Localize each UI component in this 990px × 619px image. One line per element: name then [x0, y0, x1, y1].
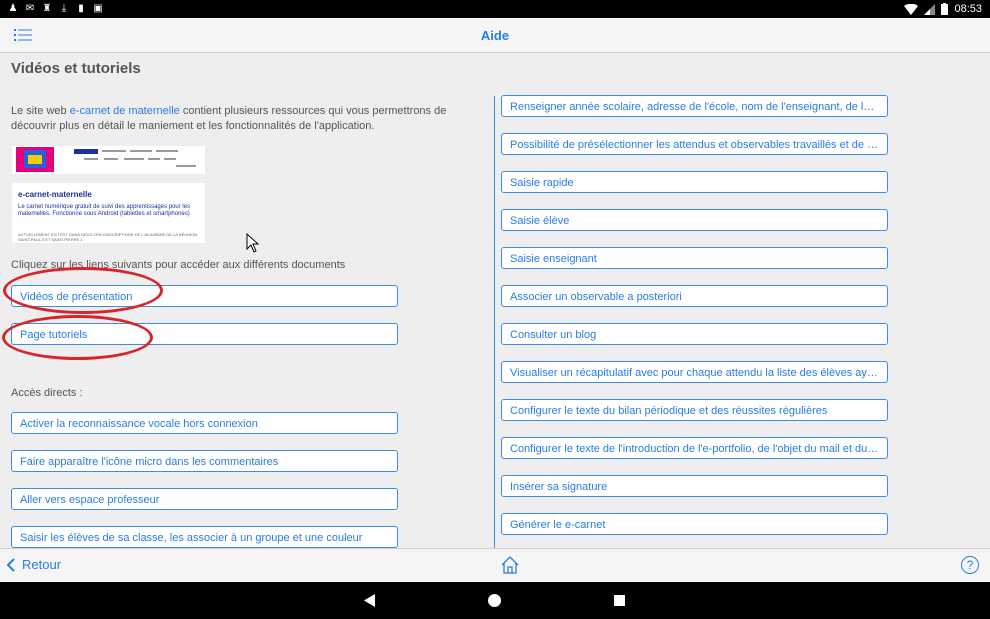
- sd-card-icon: ▮: [78, 3, 84, 14]
- left-button-3[interactable]: Saisir les élèves de sa classe, les asso…: [11, 526, 398, 548]
- left-button-2[interactable]: Aller vers espace professeur: [11, 488, 398, 510]
- website-link[interactable]: e-carnet de maternelle: [70, 105, 180, 117]
- bottom-bar: Retour ?: [0, 548, 990, 583]
- left-button-0[interactable]: Activer la reconnaissance vocale hors co…: [11, 412, 398, 434]
- right-button-7[interactable]: Visualiser un récapitulatif avec pour ch…: [501, 361, 888, 383]
- a-box-icon: ▣: [93, 3, 103, 14]
- nav-home-icon[interactable]: [488, 594, 501, 607]
- right-button-5[interactable]: Associer un observable a posteriori: [501, 285, 888, 307]
- chess-icon: ♜: [42, 3, 52, 14]
- thumbnail-title: e-carnet-maternelle: [18, 190, 92, 199]
- right-button-11[interactable]: Générer le e-carnet: [501, 513, 888, 535]
- intro-pre: Le site web: [11, 105, 70, 117]
- battery-icon: [941, 3, 949, 15]
- back-button[interactable]: Retour: [6, 557, 61, 572]
- chevron-left-icon: [6, 557, 15, 572]
- back-label: Retour: [22, 557, 62, 572]
- right-button-6[interactable]: Consulter un blog: [501, 323, 888, 345]
- column-divider: [494, 96, 495, 548]
- thumbnail-description: Le carnet numérique gratuit de suivi des…: [18, 204, 191, 217]
- nav-back-icon[interactable]: [364, 594, 376, 607]
- right-button-10[interactable]: Insérer sa signature: [501, 475, 888, 497]
- clock: 08:53: [954, 3, 982, 15]
- right-button-0[interactable]: Renseigner année scolaire, adresse de l'…: [501, 95, 888, 117]
- mouse-cursor-icon: [246, 233, 260, 253]
- website-header-thumbnail: [12, 146, 205, 174]
- section-heading: Vidéos et tutoriels: [11, 60, 141, 77]
- highlight-circle-videos: [3, 267, 163, 314]
- status-bar: ♟ ✉ ♜ ⤓ ▮ ▣ 08:53: [0, 0, 990, 18]
- thumbnail-small-print: ACTUELLEMENT EN TEST DANS DEUX CIRCONSCR…: [18, 232, 198, 242]
- right-button-8[interactable]: Configurer le texte du bilan périodique …: [501, 399, 888, 421]
- home-icon[interactable]: [500, 555, 520, 575]
- mail-icon: ✉: [25, 3, 35, 14]
- android-nav-bar: [0, 582, 990, 619]
- right-button-1[interactable]: Possibilité de présélectionner les atten…: [501, 133, 888, 155]
- website-header-image: [16, 147, 196, 172]
- notification-icons: ♟ ✉ ♜ ⤓ ▮ ▣: [8, 3, 103, 14]
- page-title: Aide: [480, 28, 510, 43]
- left-button-1[interactable]: Faire apparaître l'icône micro dans les …: [11, 450, 398, 472]
- highlight-circle-tutorials: [2, 315, 153, 360]
- help-button[interactable]: ?: [961, 556, 979, 574]
- intro-text: Le site web e-carnet de maternelle conti…: [11, 104, 493, 134]
- wifi-icon: [904, 3, 919, 15]
- help-content[interactable]: Vidéos et tutoriels Le site web e-carnet…: [0, 53, 990, 548]
- person-icon: ♟: [8, 3, 18, 14]
- download-icon: ⤓: [61, 3, 67, 14]
- right-button-3[interactable]: Saisie élève: [501, 209, 888, 231]
- direct-access-label: Accès directs :: [11, 387, 83, 399]
- nav-recents-icon[interactable]: [614, 595, 625, 606]
- right-button-2[interactable]: Saisie rapide: [501, 171, 888, 193]
- right-button-9[interactable]: Configurer le texte de l'introduction de…: [501, 437, 888, 459]
- right-button-4[interactable]: Saisie enseignant: [501, 247, 888, 269]
- app-bar: Aide: [0, 18, 990, 53]
- website-description-thumbnail: e-carnet-maternelle Le carnet numérique …: [12, 183, 205, 243]
- signal-icon: [924, 3, 936, 15]
